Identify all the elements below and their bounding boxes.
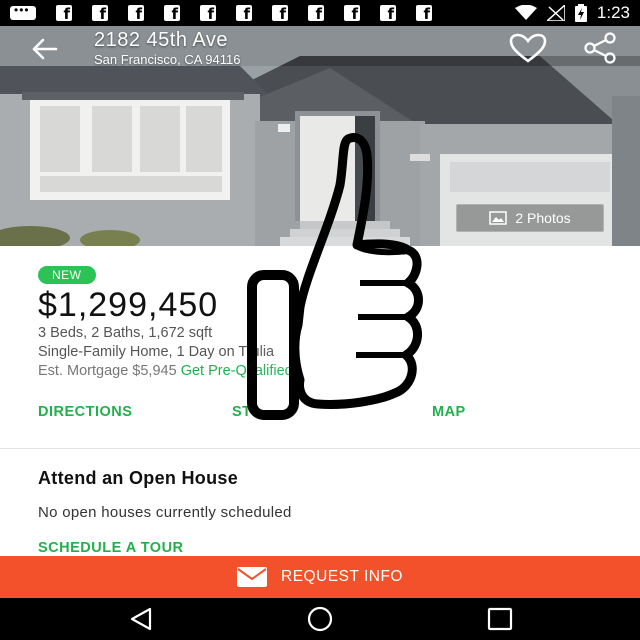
facebook-icon [308, 5, 324, 23]
back-arrow-icon[interactable] [28, 34, 60, 64]
photos-button[interactable]: 2 Photos [456, 204, 604, 232]
prequalified-link[interactable]: Get Pre-Qualified [181, 363, 293, 379]
facebook-icon [128, 5, 144, 23]
facebook-icon [272, 5, 288, 23]
notification-icons [10, 3, 432, 23]
section-divider [0, 448, 640, 449]
facebook-icon [56, 5, 72, 23]
home-circle-icon[interactable] [300, 606, 340, 632]
system-nav-bar [0, 598, 640, 640]
share-icon[interactable] [582, 32, 618, 64]
photos-count: 2 Photos [515, 210, 571, 226]
street-view-button[interactable]: ST [232, 403, 252, 421]
facebook-icon [236, 5, 252, 23]
photo-gallery-icon [489, 211, 508, 225]
status-bar: 1:23 [0, 0, 640, 26]
clock: 1:23 [596, 3, 630, 22]
facebook-icon [164, 5, 180, 23]
mortgage-estimate: Est. Mortgage $5,945 [38, 363, 177, 379]
message-icon [10, 3, 36, 20]
facebook-icon [380, 5, 396, 23]
header-bar: 2182 45th Ave San Francisco, CA 94116 [0, 26, 640, 72]
recents-square-icon[interactable] [480, 606, 520, 632]
signal-icon [546, 5, 565, 21]
heart-icon[interactable] [508, 32, 548, 64]
directions-button[interactable]: DIRECTIONS [38, 403, 132, 421]
request-info-button[interactable]: REQUEST INFO [0, 556, 640, 598]
address-subtitle: San Francisco, CA 94116 [94, 52, 241, 67]
listing-specs: 3 Beds, 2 Baths, 1,672 sqft [38, 325, 213, 341]
listing-type: Single-Family Home, 1 Day on Trulia [38, 344, 275, 360]
open-house-title: Attend an Open House [38, 468, 239, 488]
schedule-tour-link[interactable]: SCHEDULE A TOUR [38, 540, 184, 556]
map-button[interactable]: MAP [432, 403, 466, 421]
facebook-icon [344, 5, 360, 23]
mail-icon [237, 567, 267, 587]
listing-price: $1,299,450 [38, 286, 219, 324]
back-triangle-icon[interactable] [122, 606, 162, 632]
request-info-label: REQUEST INFO [281, 568, 403, 585]
facebook-icon [92, 5, 108, 23]
new-badge: NEW [38, 266, 96, 284]
address-header: 2182 45th Ave San Francisco, CA 94116 [94, 29, 240, 68]
address-title: 2182 45th Ave [94, 29, 229, 51]
wifi-icon [514, 5, 537, 20]
facebook-icon [416, 5, 432, 23]
action-row: DIRECTIONS ST MAP [0, 403, 640, 423]
battery-charging-icon [574, 4, 587, 22]
mortgage-line: Est. Mortgage $5,945 Get Pre-Qualified [38, 362, 293, 380]
facebook-icon [200, 5, 216, 23]
open-house-status: No open houses currently scheduled [38, 504, 292, 521]
